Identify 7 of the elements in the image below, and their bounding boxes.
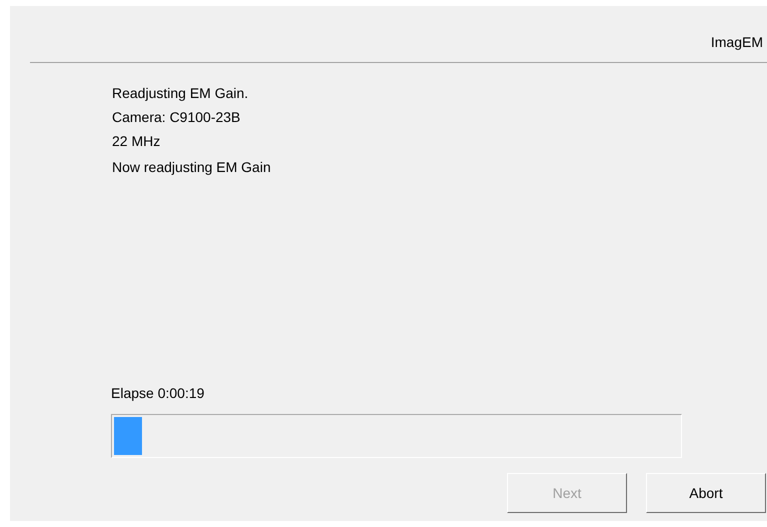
info-text: Readjusting EM Gain. <box>112 84 248 103</box>
wizard-button[interactable]: Abort <box>646 473 766 513</box>
elapsed-time: Elapse 0:00:19 <box>111 384 204 403</box>
status-text: Now readjusting EM Gain <box>112 158 271 177</box>
info-text: 22 MHz <box>112 132 160 151</box>
info-text: Camera: C9100-23B <box>112 108 240 127</box>
wizard-title: ImagEM <box>710 33 763 52</box>
